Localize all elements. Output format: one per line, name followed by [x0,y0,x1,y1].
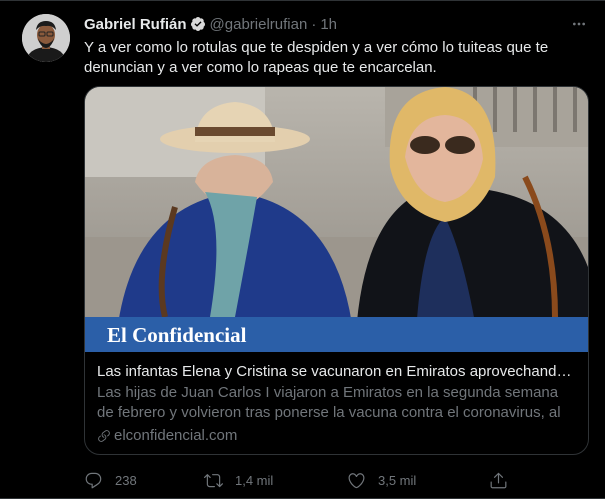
like-icon [348,472,365,488]
reply-count: 238 [115,472,137,488]
separator-dot: · [311,15,317,33]
user-handle[interactable]: @gabrielrufian [210,16,308,33]
link-icon [98,430,110,442]
tweet-text: Y a ver como lo rotulas que te despiden … [84,39,549,76]
avatar[interactable] [22,14,70,62]
card-domain[interactable]: elconfidencial.com [114,426,237,446]
reply-icon [85,472,102,488]
card-domain-row: elconfidencial.com [97,426,577,446]
display-name[interactable]: Gabriel Rufián [84,16,187,33]
card-image: El Confidencial [85,87,588,352]
link-card[interactable]: El Confidencial Las infantas Elena y Cri… [84,86,589,455]
tweet[interactable]: Gabriel Rufián @gabrielrufian · 1h Y a v… [0,0,605,499]
card-description: Las hijas de Juan Carlos I viajaron a Em… [97,384,561,421]
card-brand-banner: El Confidencial [107,323,247,347]
timestamp[interactable]: 1h [320,16,337,33]
card-meta: Las infantas Elena y Cristina se vacunar… [97,362,577,446]
like-count: 3,5 mil [378,472,417,488]
card-title[interactable]: Las infantas Elena y Cristina se vacunar… [97,362,577,382]
like-button[interactable]: 3,5 mil [347,469,416,491]
retweet-button[interactable]: 1,4 mil [204,469,273,491]
reply-button[interactable]: 238 [84,469,137,491]
tweet-header: Gabriel Rufián @gabrielrufian · 1h [84,14,337,34]
verified-badge-icon [190,17,205,31]
retweet-count: 1,4 mil [235,472,274,488]
action-bar: 238 1,4 mil 3,5 mil [84,469,514,491]
more-icon[interactable] [571,16,587,32]
share-icon [490,472,507,488]
retweet-icon [204,473,223,487]
share-button[interactable] [489,469,508,491]
